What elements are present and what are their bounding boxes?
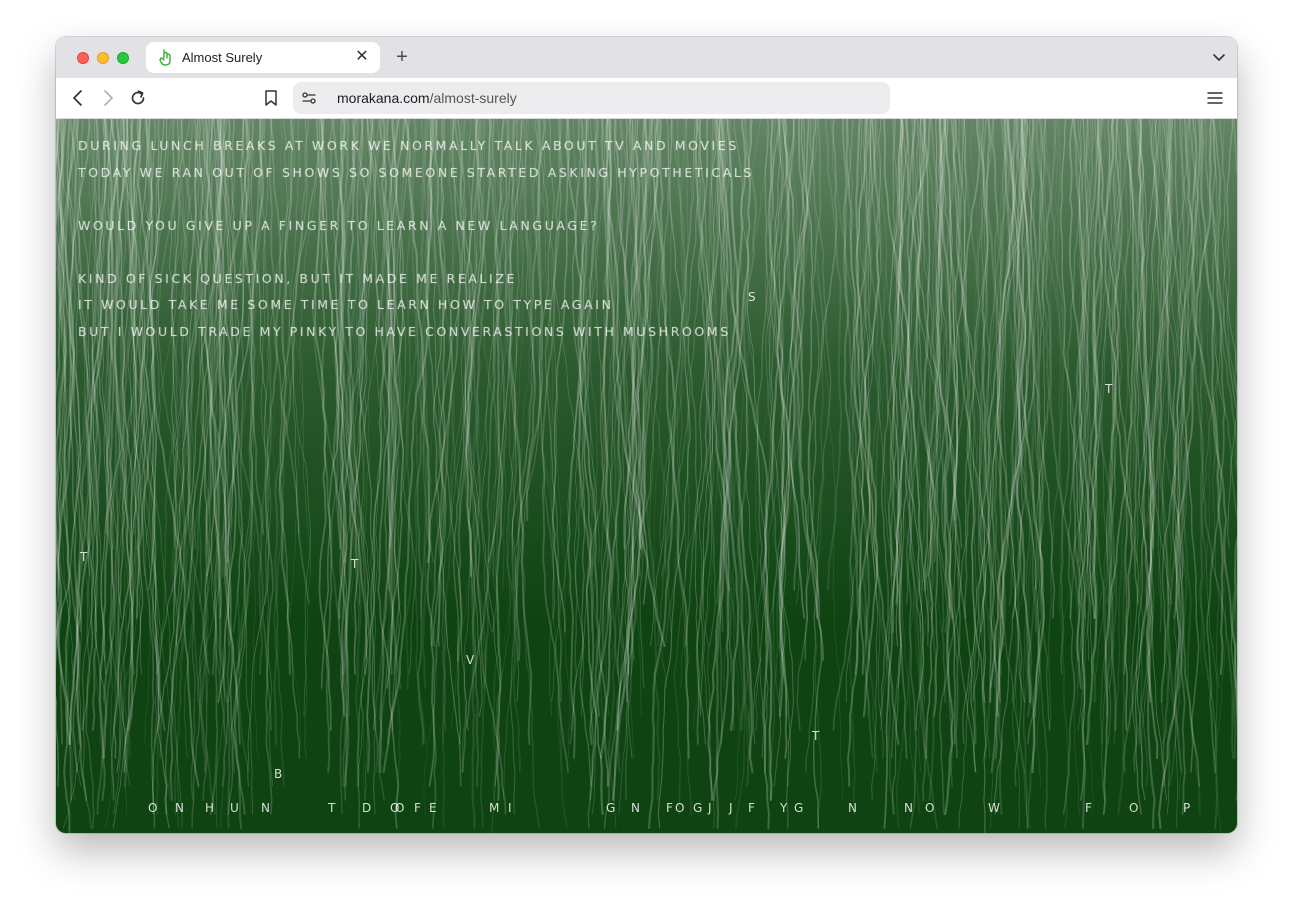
ground-letter: O [148, 801, 158, 815]
new-tab-button[interactable]: + [392, 45, 412, 69]
poem-spacer [78, 186, 754, 213]
ground-letter: J [729, 801, 733, 815]
tab-title: Almost Surely [182, 50, 263, 65]
ground-letter: G [693, 801, 703, 815]
zoom-window-button[interactable] [117, 52, 129, 64]
reload-icon[interactable] [128, 88, 148, 108]
ground-letter: O [395, 801, 405, 815]
ground-letter: U [230, 801, 239, 815]
url-path: /almost-surely [429, 90, 517, 106]
ground-letter: O [925, 801, 935, 815]
site-settings-icon[interactable] [301, 90, 317, 106]
ground-letter: F [414, 801, 421, 815]
ground-letter: P [1183, 801, 1191, 815]
poem-line: BUT I WOULD TRADE MY PINKY TO HAVE CONVE… [78, 323, 731, 339]
falling-letter: V [466, 653, 475, 667]
ground-letter: N [631, 801, 640, 815]
ground-letter: J [708, 801, 712, 815]
ground-letter: Y [780, 801, 788, 815]
toolbar: morakana.com/almost-surely [56, 78, 1237, 119]
ground-letter: I [508, 801, 512, 815]
falling-letter: T [1105, 382, 1113, 396]
ground-letter: M [489, 801, 500, 815]
hand-icon [159, 49, 171, 66]
chevron-down-icon[interactable] [1211, 49, 1227, 65]
ground-letter: W [988, 801, 1000, 815]
ground-letter: F [748, 801, 755, 815]
ground-letter: H [205, 801, 215, 815]
tab-bar: Almost Surely ✕ + [56, 37, 1237, 78]
ground-letter: N [904, 801, 913, 815]
falling-letter: S [748, 290, 756, 304]
poem-spacer [78, 239, 754, 266]
ground-letter: F [1085, 801, 1092, 815]
falling-letter: B [274, 767, 283, 781]
ground-letter: T [328, 801, 336, 815]
ground-letter: O [675, 801, 685, 815]
ground-letter: F [666, 801, 673, 815]
forward-arrow-icon[interactable] [98, 88, 118, 108]
ground-letter: G [606, 801, 616, 815]
close-window-button[interactable] [77, 52, 89, 64]
minimize-window-button[interactable] [97, 52, 109, 64]
back-arrow-icon[interactable] [68, 88, 88, 108]
url-text[interactable]: morakana.com/almost-surely [337, 90, 517, 106]
falling-letter: T [812, 729, 820, 743]
url-host: morakana.com [337, 90, 430, 106]
poem-line: DURING LUNCH BREAKS AT WORK WE NORMALLY … [78, 138, 739, 153]
ground-letter: N [848, 801, 857, 815]
hamburger-menu-icon[interactable] [1207, 90, 1223, 106]
ground-letter: D [362, 801, 372, 815]
falling-letter: T [80, 550, 88, 564]
browser-window: Almost Surely ✕ + morakana.com/almost-su… [56, 37, 1237, 833]
ground-letter: E [429, 801, 437, 815]
bookmark-icon[interactable] [261, 88, 281, 108]
address-bar[interactable]: morakana.com/almost-surely [293, 82, 890, 114]
poem-line: KIND OF SICK QUESTION, BUT IT MADE ME RE… [78, 270, 517, 286]
ground-letter: O [1129, 801, 1139, 815]
tab-close-icon[interactable]: ✕ [353, 48, 371, 66]
page-canvas: DURING LUNCH BREAKS AT WORK WE NORMALLY … [56, 119, 1237, 833]
ground-letter: N [175, 801, 184, 815]
ground-letter: N [261, 801, 270, 815]
falling-letter: T [351, 557, 359, 571]
poem-text: DURING LUNCH BREAKS AT WORK WE NORMALLY … [78, 133, 754, 345]
tab-almost-surely[interactable]: Almost Surely ✕ [146, 42, 380, 73]
poem-line: TODAY WE RAN OUT OF SHOWS SO SOMEONE STA… [78, 164, 754, 180]
poem-line: WOULD YOU GIVE UP A FINGER TO LEARN A NE… [78, 217, 600, 233]
ground-letter: G [794, 801, 804, 815]
poem-line: IT WOULD TAKE ME SOME TIME TO LEARN HOW … [78, 297, 614, 312]
